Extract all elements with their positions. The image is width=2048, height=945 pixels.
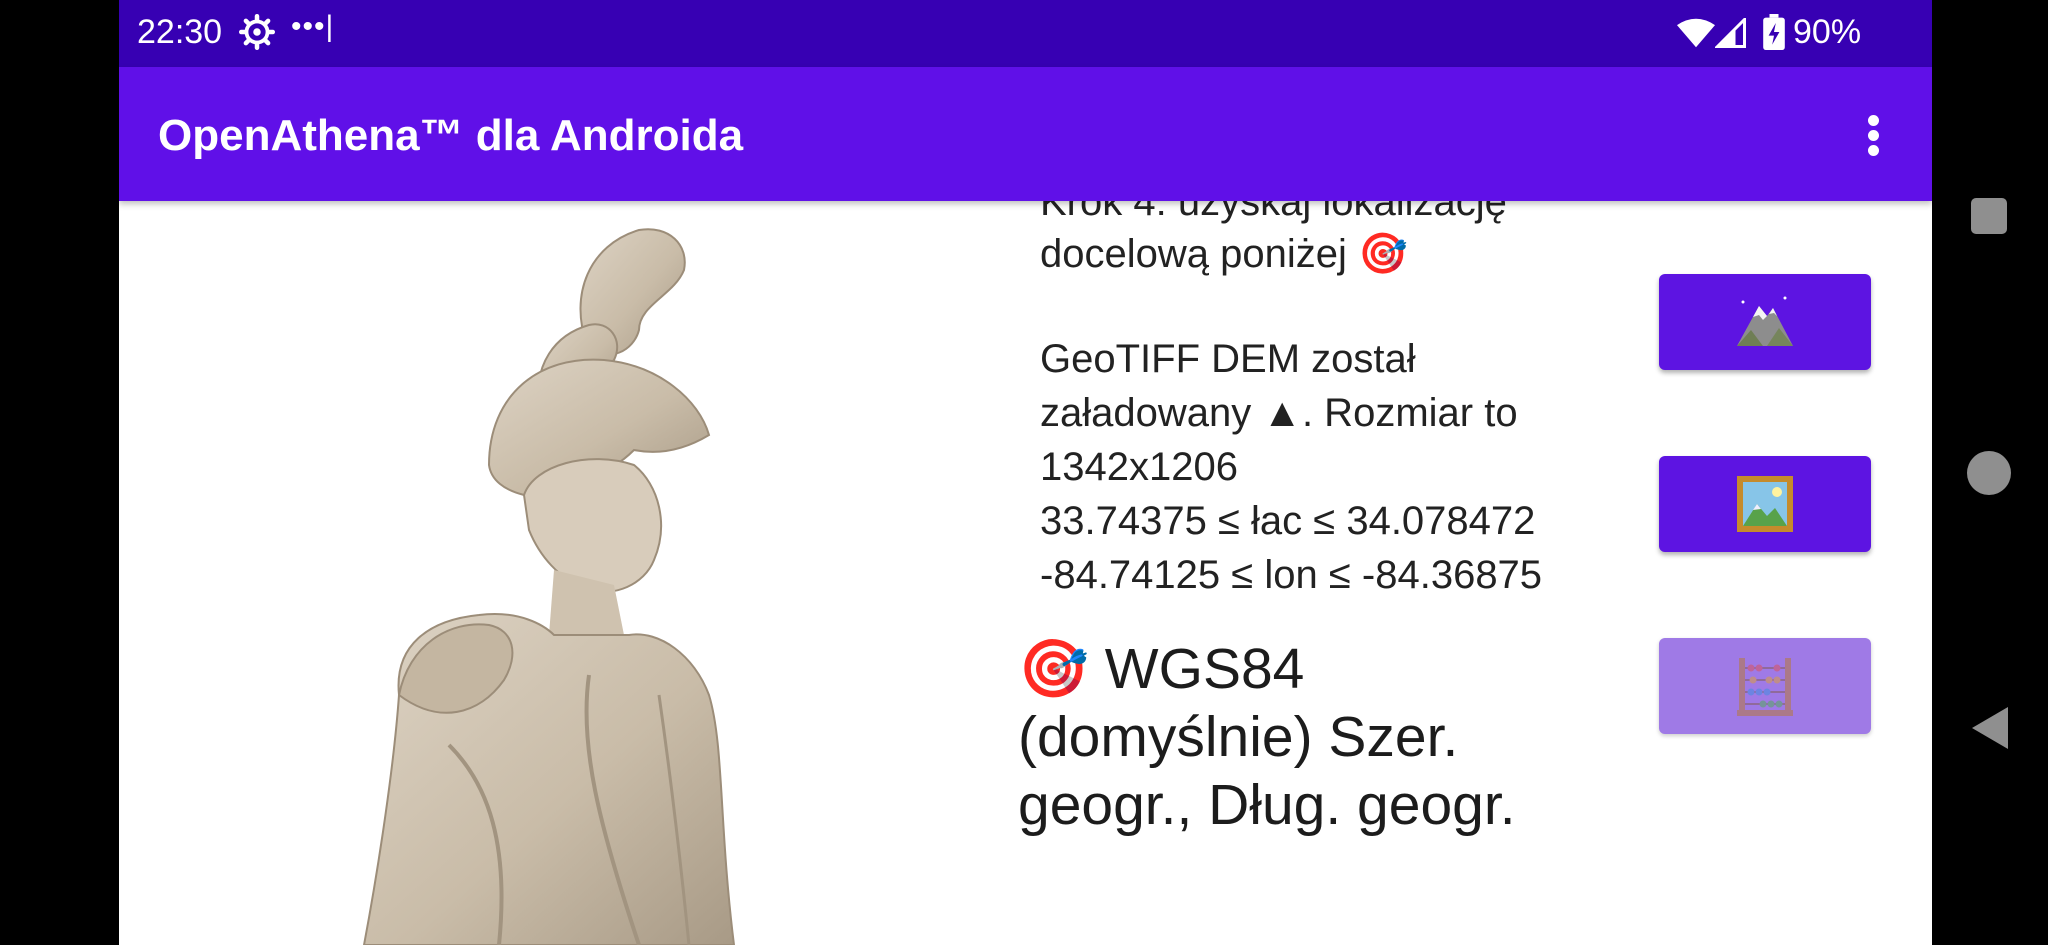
battery-charging-icon	[1763, 14, 1785, 50]
battery-percent: 90%	[1793, 13, 1862, 51]
recents-square-icon[interactable]	[1971, 198, 2007, 234]
select-image-button[interactable]	[1659, 456, 1871, 552]
app-screen: 22:30 •••| 90% OpenAthena™ dla Androida …	[119, 0, 1932, 945]
app-bar: OpenAthena™ dla Androida	[119, 67, 1932, 201]
status-bar: 22:30 •••| 90%	[119, 0, 1932, 67]
cell-signal-icon	[1715, 18, 1746, 48]
wifi-icon	[1677, 18, 1715, 48]
home-circle-icon[interactable]	[1967, 451, 2011, 495]
status-time: 22:30	[137, 13, 223, 51]
more-notifications-icon: •••|	[291, 10, 335, 43]
abacus-icon	[1737, 658, 1793, 716]
framed-picture-icon	[1737, 476, 1793, 532]
settings-gear-icon	[239, 14, 275, 50]
geotiff-status-text: GeoTIFF DEM został załadowany ▲. Rozmiar…	[1040, 332, 1610, 602]
geotiff-lon-range: -84.74125 ≤ lon ≤ -84.36875	[1040, 553, 1543, 597]
coordinate-system-label: 🎯 WGS84 (domyślnie) Szer. geogr., Dług. …	[1018, 637, 1516, 837]
overflow-menu-icon[interactable]	[1859, 113, 1889, 159]
geotiff-lat-range: 33.74375 ≤ łac ≤ 34.078472	[1040, 499, 1536, 543]
select-dem-button[interactable]	[1659, 274, 1871, 370]
app-title: OpenAthena™ dla Androida	[158, 111, 744, 160]
geotiff-line-3: 1342x1206	[1040, 445, 1238, 489]
calculate-button[interactable]	[1659, 638, 1871, 734]
geotiff-line-1: GeoTIFF DEM został	[1040, 337, 1416, 381]
athena-statue-image	[362, 228, 736, 945]
geotiff-line-2: załadowany ▲. Rozmiar to	[1040, 391, 1518, 435]
back-triangle-icon[interactable]	[1970, 705, 2010, 751]
mountain-icon	[1737, 296, 1793, 346]
